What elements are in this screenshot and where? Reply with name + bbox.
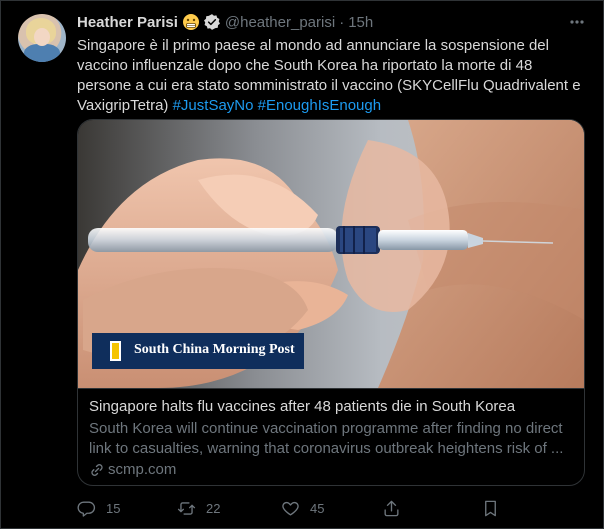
link-card[interactable]: South China Morning Post Singapore halts…: [77, 119, 585, 486]
separator-dot: ·: [339, 13, 345, 31]
bookmark-icon: [485, 500, 496, 516]
share-icon: [384, 500, 399, 516]
card-info[interactable]: Singapore halts flu vaccines after 48 pa…: [78, 388, 584, 485]
reply-icon: [77, 500, 96, 517]
author-name[interactable]: Heather Parisi: [77, 14, 178, 31]
retweet-count: 22: [206, 500, 221, 516]
link-icon: [91, 463, 103, 476]
retweet-button[interactable]: 22: [177, 495, 220, 521]
share-button[interactable]: [382, 495, 401, 521]
card-image[interactable]: South China Morning Post: [78, 120, 584, 388]
action-bar: 15 22 45: [77, 495, 585, 521]
reply-count: 15: [106, 500, 121, 516]
avatar[interactable]: [18, 14, 66, 62]
hashtag-enoughisenough[interactable]: #EnoughIsEnough: [258, 97, 381, 114]
tweet[interactable]: Heather Parisi @heather_parisi · 15h Sin…: [0, 0, 604, 529]
tweet-header: Heather Parisi @heather_parisi · 15h: [77, 12, 373, 32]
save-button[interactable]: [481, 495, 500, 521]
timestamp[interactable]: 15h: [348, 14, 373, 31]
reply-button[interactable]: 15: [77, 495, 120, 521]
scmp-logo-text: South China Morning Post: [134, 342, 295, 357]
card-domain-text: scmp.com: [108, 461, 177, 478]
hashtag-justsayno[interactable]: #JustSayNo: [173, 97, 254, 114]
heart-icon: [282, 501, 299, 516]
retweet-icon: [177, 501, 196, 515]
grimacing-face-emoji-icon: [182, 13, 200, 31]
card-domain[interactable]: scmp.com: [89, 461, 176, 478]
tweet-text: Singapore è il primo paese al mondo ad a…: [77, 36, 585, 116]
author-handle[interactable]: @heather_parisi: [225, 14, 335, 31]
card-title[interactable]: Singapore halts flu vaccines after 48 pa…: [89, 398, 515, 415]
like-button[interactable]: 45: [281, 495, 324, 521]
like-count: 45: [310, 500, 325, 516]
card-description: South Korea will continue vaccination pr…: [89, 420, 564, 457]
verified-badge-icon: [203, 13, 221, 31]
more-options-icon[interactable]: [566, 11, 588, 33]
